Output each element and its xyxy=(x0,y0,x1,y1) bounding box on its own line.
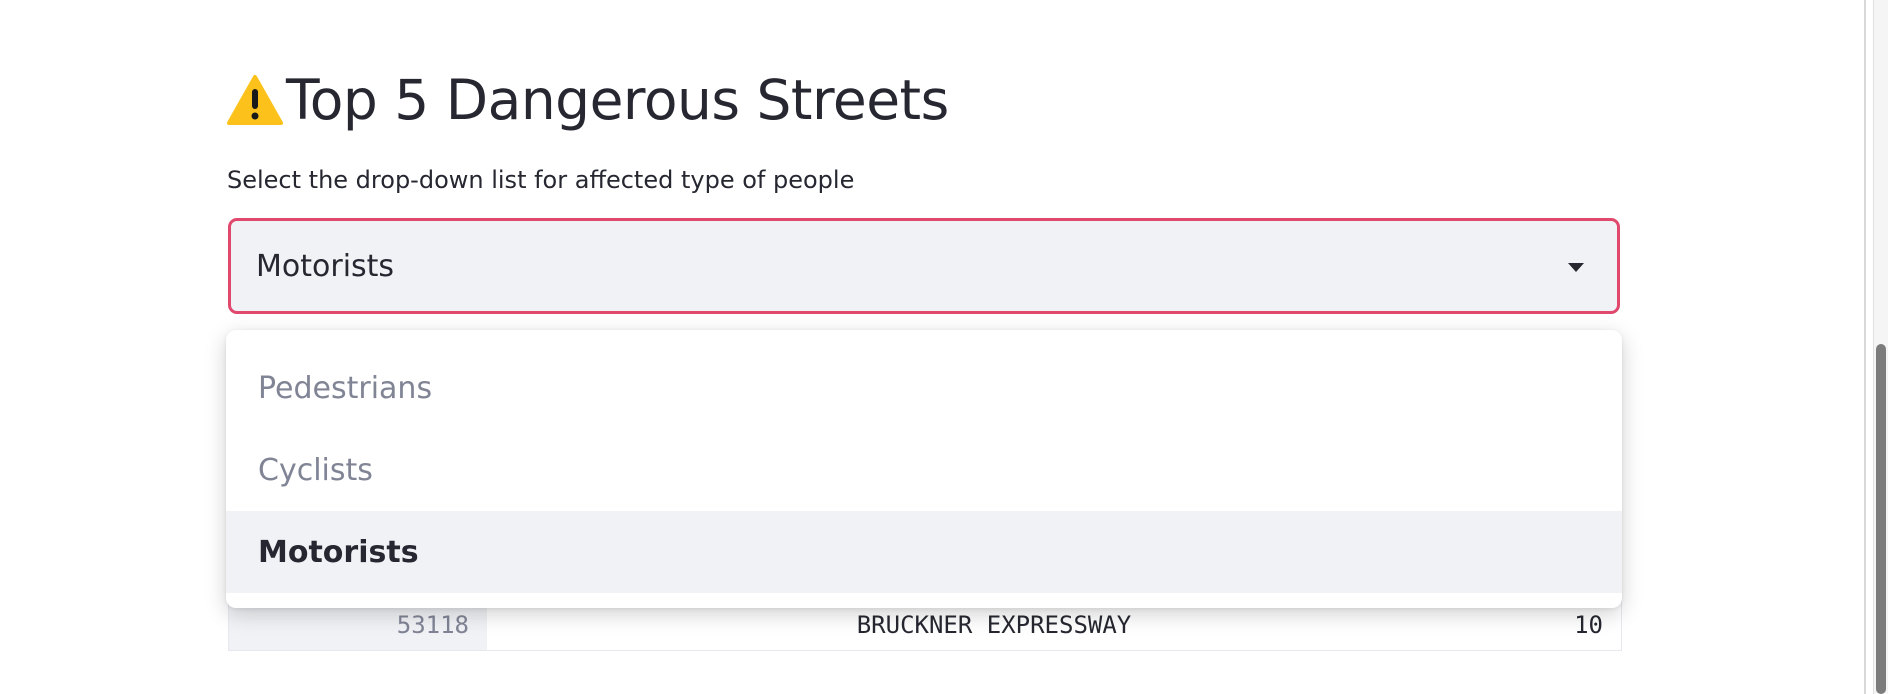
option-pedestrians[interactable]: Pedestrians xyxy=(226,347,1622,429)
page-title: Top 5 Dangerous Streets xyxy=(226,60,949,140)
select-label: Select the drop-down list for affected t… xyxy=(227,166,855,194)
warning-icon xyxy=(227,75,283,125)
scrollbar-thumb[interactable] xyxy=(1876,344,1886,694)
dropdown-menu: Pedestrians Cyclists Motorists xyxy=(226,330,1622,608)
select-current-value: Motorists xyxy=(256,248,395,284)
option-motorists[interactable]: Motorists xyxy=(226,511,1622,593)
option-cyclists[interactable]: Cyclists xyxy=(226,429,1622,511)
chevron-down-icon[interactable] xyxy=(1568,263,1584,272)
people-type-select[interactable]: Motorists xyxy=(228,218,1620,314)
page-title-text: Top 5 Dangerous Streets xyxy=(286,68,949,132)
scrollbar[interactable] xyxy=(1873,0,1888,694)
